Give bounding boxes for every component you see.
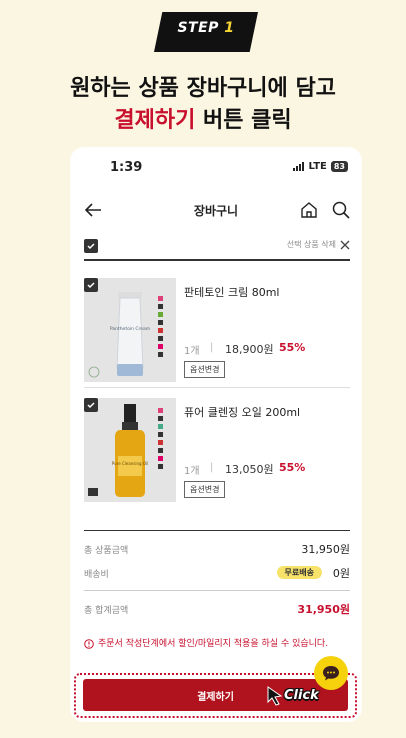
notice-text: 주문서 작성단계에서 할인/마일리지 적용을 하실 수 있습니다. bbox=[98, 639, 329, 649]
order-summary: 총 상품금액 31,950원 배송비 무료배송 0원 bbox=[84, 530, 350, 580]
total-value: 31,950원 bbox=[297, 603, 350, 616]
close-icon bbox=[340, 240, 350, 249]
select-all-row: 선택 상품 삭제 bbox=[84, 239, 350, 261]
divider-bar: | bbox=[210, 342, 214, 353]
chat-button[interactable] bbox=[314, 656, 348, 690]
product-name[interactable]: 판테토인 크림 80ml bbox=[184, 284, 279, 300]
select-all-checkbox[interactable] bbox=[84, 239, 98, 253]
headline-line2: 결제하기 버튼 클릭 bbox=[0, 102, 406, 134]
cart-item: Pure Cleansing Oil 퓨어 클렌징 오일 200ml 1개 | … bbox=[84, 398, 350, 508]
tube-label: Panthetoin Cream bbox=[110, 326, 150, 332]
product-qty: 1개 bbox=[184, 346, 200, 357]
cart-item: Panthetoin Cream 판테토인 크림 80ml 1개 | 18,90… bbox=[84, 278, 350, 388]
chat-bubble-icon bbox=[323, 666, 339, 681]
item-checkbox[interactable] bbox=[84, 398, 98, 412]
status-indicators: LTE 83 bbox=[293, 161, 348, 172]
total-label: 총 합계금액 bbox=[84, 606, 129, 616]
option-change-button[interactable]: 옵션변경 bbox=[184, 361, 226, 378]
product-price: 18,900원 bbox=[225, 343, 274, 356]
check-icon bbox=[87, 402, 95, 409]
headline-line1: 원하는 상품 장바구니에 담고 bbox=[70, 76, 336, 101]
bottle-label: Pure Cleansing Oil bbox=[112, 461, 148, 466]
shipping-row: 배송비 무료배송 0원 bbox=[84, 564, 350, 580]
free-shipping-badge: 무료배송 bbox=[276, 566, 322, 579]
step-number: 1 bbox=[224, 20, 235, 36]
search-icon[interactable] bbox=[331, 200, 351, 220]
product-image-oil[interactable]: Pure Cleansing Oil bbox=[84, 398, 176, 502]
option-change-button[interactable]: 옵션변경 bbox=[184, 481, 226, 498]
signal-icon bbox=[293, 162, 305, 171]
discount-notice: 주문서 작성단계에서 할인/마일리지 적용을 하실 수 있습니다. bbox=[84, 637, 350, 652]
summary-divider bbox=[84, 590, 350, 591]
product-qty: 1개 bbox=[184, 466, 200, 477]
step-label: STEP 1 bbox=[177, 20, 235, 36]
divider-bar: | bbox=[210, 462, 214, 473]
subtotal-row: 총 상품금액 31,950원 bbox=[84, 540, 350, 556]
alert-icon bbox=[84, 639, 94, 649]
shipping-label: 배송비 bbox=[84, 570, 109, 580]
phone-screen: 1:39 LTE 83 장바구니 선택 상품 삭제 Panthetoin Cre… bbox=[70, 147, 362, 722]
battery-icon: 83 bbox=[330, 161, 348, 172]
subtotal-value: 31,950원 bbox=[301, 543, 350, 556]
headline-accent: 결제하기 bbox=[114, 108, 196, 133]
check-icon bbox=[87, 282, 95, 289]
check-icon bbox=[87, 243, 95, 250]
click-label: Click bbox=[284, 688, 319, 703]
delete-selected-label: 선택 상품 삭제 bbox=[286, 240, 336, 249]
product-image-cream[interactable]: Panthetoin Cream bbox=[84, 278, 176, 382]
product-price: 13,050원 bbox=[225, 463, 274, 476]
status-time: 1:39 bbox=[110, 160, 143, 175]
product-name[interactable]: 퓨어 클렌징 오일 200ml bbox=[184, 404, 300, 420]
item-checkbox[interactable] bbox=[84, 278, 98, 292]
discount-rate: 55% bbox=[279, 461, 306, 474]
subtotal-label: 총 상품금액 bbox=[84, 546, 129, 556]
shipping-value: 0원 bbox=[332, 567, 350, 580]
network-label: LTE bbox=[308, 161, 327, 172]
discount-rate: 55% bbox=[279, 341, 306, 354]
cursor-icon bbox=[267, 686, 283, 706]
home-icon[interactable] bbox=[299, 200, 319, 220]
delete-selected-button[interactable]: 선택 상품 삭제 bbox=[287, 239, 350, 250]
headline-rest: 버튼 클릭 bbox=[195, 108, 292, 133]
total-row: 총 합계금액 31,950원 bbox=[84, 600, 350, 616]
